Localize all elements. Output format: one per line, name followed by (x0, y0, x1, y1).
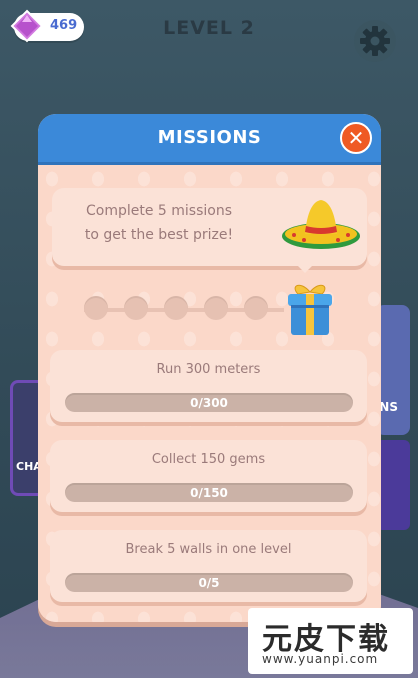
mission-progress-text: 0/150 (190, 486, 228, 500)
background-right-lower-panel (376, 440, 410, 530)
prize-progress-step (124, 296, 148, 320)
mission-progress-bar: 0/5 (65, 573, 353, 592)
intro-pointer (296, 264, 314, 273)
mission-title: Break 5 walls in one level (125, 542, 292, 557)
dialog-title: MISSIONS (157, 127, 262, 148)
mission-card: Break 5 walls in one level 0/5 (50, 530, 367, 602)
mission-progress-text: 0/5 (198, 576, 220, 590)
intro-line-1: Complete 5 missions (85, 203, 232, 219)
mission-card: Run 300 meters 0/300 (50, 350, 367, 422)
missions-dialog: MISSIONS ✕ Complete 5 missions to get th… (38, 114, 381, 622)
prize-progress-step (204, 296, 228, 320)
mission-progress-bar: 0/150 (65, 483, 353, 502)
mission-title: Run 300 meters (156, 362, 261, 377)
settings-button[interactable] (354, 20, 396, 62)
missions-dialog-header: MISSIONS ✕ (38, 114, 381, 165)
close-button[interactable]: ✕ (340, 122, 372, 154)
watermark: 元皮下载 www.yuanpi.com (248, 608, 413, 674)
background-right-panel (376, 305, 410, 435)
sombrero-icon (282, 200, 360, 249)
close-icon: ✕ (347, 126, 365, 150)
watermark-url: www.yuanpi.com (262, 652, 379, 666)
intro-line-2: to get the best prize! (84, 227, 234, 243)
prize-progress-step (244, 296, 268, 320)
gear-icon (360, 26, 390, 56)
mission-progress-bar: 0/300 (65, 393, 353, 412)
intro-card: Complete 5 missions to get the best priz… (52, 188, 367, 266)
intro-text: Complete 5 missions to get the best priz… (74, 199, 244, 247)
prize-progress-step (164, 296, 188, 320)
gift-box-icon (288, 284, 332, 335)
mission-title: Collect 150 gems (151, 452, 266, 467)
prize-progress-step (84, 296, 108, 320)
mission-progress-text: 0/300 (190, 396, 228, 410)
mission-card: Collect 150 gems 0/150 (50, 440, 367, 512)
